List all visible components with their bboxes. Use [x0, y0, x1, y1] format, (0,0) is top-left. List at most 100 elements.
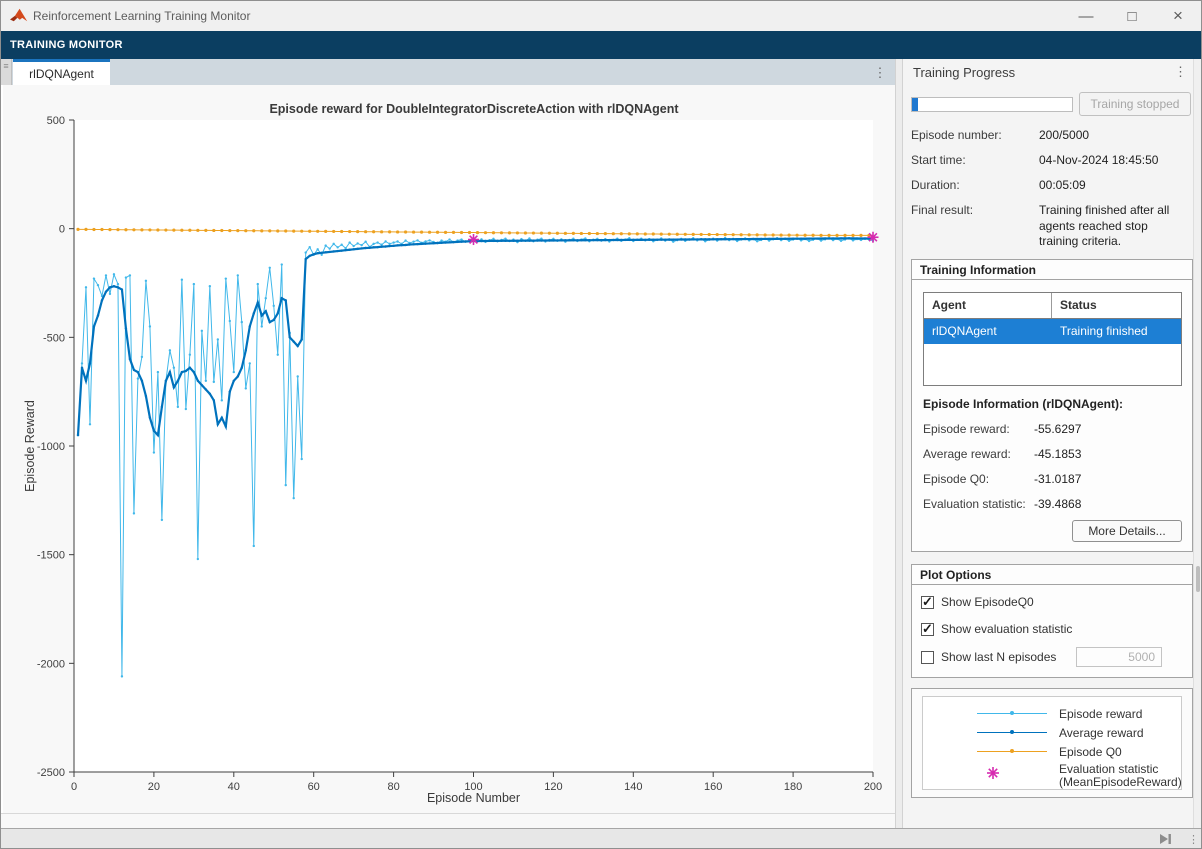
marker: [532, 239, 534, 241]
final-result-label: Final result:: [911, 203, 973, 217]
show-evaluation-statistic-checkbox[interactable]: [921, 623, 934, 636]
marker: [237, 274, 239, 276]
marker: [692, 238, 694, 240]
marker: [364, 230, 367, 233]
marker: [708, 233, 711, 236]
training-stopped-button[interactable]: Training stopped: [1079, 92, 1191, 116]
marker: [808, 240, 810, 242]
skip-to-end-icon[interactable]: [1158, 832, 1173, 846]
marker: [464, 240, 466, 242]
marker: [237, 375, 239, 377]
marker: [217, 423, 219, 425]
maximize-button[interactable]: □: [1109, 1, 1155, 31]
marker: [484, 240, 486, 242]
marker: [540, 232, 543, 235]
marker: [125, 327, 127, 329]
y-tick-label: -500: [43, 332, 65, 344]
tab-gutter[interactable]: ≡: [1, 59, 12, 85]
marker: [420, 243, 422, 245]
marker: [265, 310, 267, 312]
marker: [788, 240, 790, 242]
training-information-title: Training Information: [912, 260, 1192, 280]
marker: [460, 231, 463, 234]
evaluation-statistic-legend-label2: (MeanEpisodeReward): [1059, 775, 1182, 789]
marker: [516, 240, 518, 242]
tab-options-button[interactable]: ⋮: [867, 59, 893, 85]
marker: [504, 237, 506, 239]
duration-label: Duration:: [911, 178, 960, 192]
marker: [161, 519, 163, 521]
panel-divider[interactable]: [895, 59, 903, 828]
marker: [616, 239, 618, 241]
marker: [756, 238, 758, 240]
grip-icon: ≡: [3, 61, 8, 71]
marker: [388, 230, 391, 233]
marker: [193, 283, 195, 285]
panel-menu-button[interactable]: ⋮: [1174, 65, 1187, 78]
training-information-section: Training Information Agent Status rlDQNA…: [911, 259, 1193, 552]
marker: [764, 233, 767, 236]
marker: [344, 249, 346, 251]
marker: [500, 240, 502, 242]
marker: [309, 255, 311, 257]
show-episodeq0-checkbox[interactable]: [921, 596, 934, 609]
marker: [712, 238, 714, 240]
marker: [856, 237, 858, 239]
marker: [676, 233, 679, 236]
average-reward-legend-line: [977, 732, 1047, 733]
last-n-episodes-input[interactable]: [1076, 647, 1162, 667]
tab-training-monitor[interactable]: TRAINING MONITOR: [10, 39, 123, 51]
marker: [165, 380, 167, 382]
marker: [161, 406, 163, 408]
marker: [460, 241, 462, 243]
marker: [428, 239, 430, 241]
marker: [492, 240, 494, 242]
marker: [532, 231, 535, 234]
marker: [704, 238, 706, 240]
scrollbar-thumb[interactable]: [1196, 566, 1200, 592]
marker: [835, 234, 838, 237]
marker: [356, 242, 358, 244]
marker: [716, 233, 719, 236]
marker: [768, 238, 770, 240]
status-bar: ⋮: [1, 828, 1201, 849]
evaluation-statistic-legend-label: Evaluation statistic: [1059, 762, 1158, 776]
marker: [600, 239, 602, 241]
marker: [249, 325, 251, 327]
marker: [364, 247, 366, 249]
maximize-icon: □: [1127, 8, 1136, 25]
show-last-n-episodes-checkbox[interactable]: [921, 651, 934, 664]
marker: [140, 228, 143, 231]
y-tick-label: -1500: [37, 550, 65, 562]
marker: [201, 330, 203, 332]
marker: [213, 381, 215, 383]
marker: [844, 237, 846, 239]
marker: [293, 497, 295, 499]
marker: [404, 230, 407, 233]
marker: [656, 239, 658, 241]
marker: [316, 230, 319, 233]
marker: [672, 238, 674, 240]
y-tick-label: -1000: [37, 441, 65, 453]
marker: [173, 386, 175, 388]
more-details-button[interactable]: More Details...: [1072, 520, 1182, 542]
panel-scrollbar[interactable]: [1193, 59, 1202, 828]
marker: [340, 244, 342, 246]
panel-header: Training Progress ⋮: [903, 59, 1193, 85]
marker: [169, 349, 171, 351]
marker: [808, 237, 810, 239]
close-button[interactable]: ×: [1155, 1, 1201, 31]
marker: [241, 321, 243, 323]
duration-value: 00:05:09: [1039, 178, 1086, 192]
marker: [100, 228, 103, 231]
marker: [416, 243, 418, 245]
marker: [336, 246, 338, 248]
marker: [212, 229, 215, 232]
marker: [452, 241, 454, 243]
minimize-button[interactable]: —: [1063, 1, 1109, 31]
tab-rldqnagent[interactable]: rlDQNAgent: [13, 59, 110, 85]
marker: [292, 230, 295, 233]
table-row[interactable]: rlDQNAgent Training finished: [924, 319, 1181, 344]
marker: [372, 243, 374, 245]
marker: [193, 371, 195, 373]
